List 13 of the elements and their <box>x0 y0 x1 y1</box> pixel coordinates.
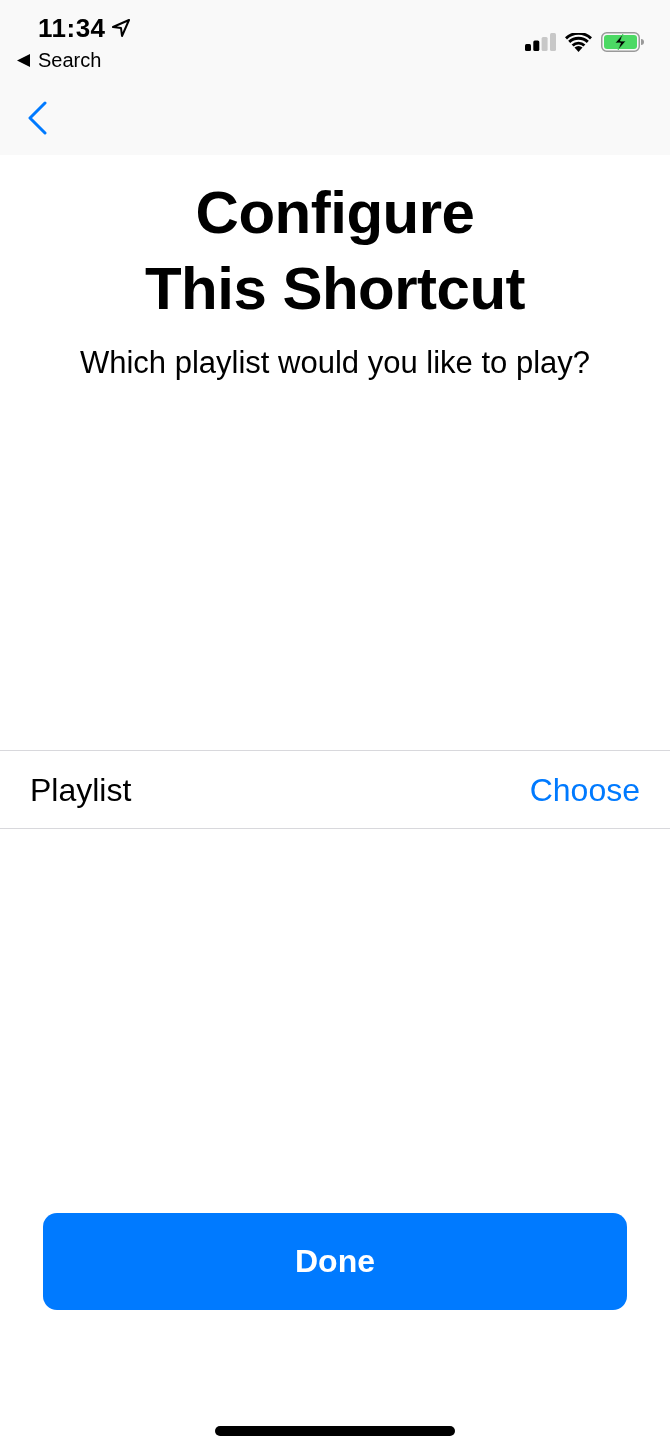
back-to-search-link[interactable]: Search <box>17 48 130 72</box>
status-time: 11:34 <box>38 12 106 44</box>
parameter-label: Playlist <box>30 770 132 810</box>
chevron-left-icon <box>27 101 47 135</box>
cellular-signal-icon <box>525 33 556 51</box>
done-button[interactable]: Done <box>43 1213 627 1310</box>
location-arrow-icon <box>111 19 130 37</box>
wifi-icon <box>565 32 592 52</box>
page-title: Configure This Shortcut <box>143 178 527 324</box>
choose-button[interactable]: Choose <box>529 769 640 810</box>
triangle-icon <box>17 53 30 67</box>
battery-charging-icon <box>601 32 644 52</box>
page-subtitle: Which playlist would you like to play? <box>80 344 590 382</box>
